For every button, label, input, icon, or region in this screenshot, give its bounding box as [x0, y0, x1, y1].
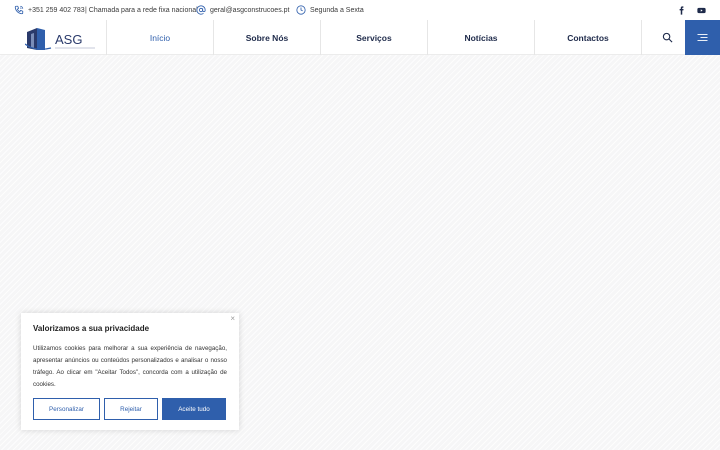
customize-button[interactable]: Personalizar: [33, 398, 100, 420]
close-icon[interactable]: ×: [230, 315, 235, 323]
cookie-title: Valorizamos a sua privacidade: [33, 324, 150, 333]
hamburger-icon: [697, 34, 708, 41]
logo-text: ASG: [55, 32, 82, 47]
cookie-consent-dialog: × Valorizamos a sua privacidade Utilizam…: [21, 313, 239, 430]
cookie-buttons: Personalizar Rejeitar Aceite tudo: [33, 398, 226, 420]
youtube-icon: [697, 7, 706, 13]
nav-contactos[interactable]: Contactos: [535, 20, 642, 55]
nav-noticias[interactable]: Notícias: [428, 20, 535, 55]
at-icon: [196, 5, 206, 15]
top-bar: +351 259 402 783 | Chamada para a rede f…: [0, 0, 720, 20]
nav-servicos[interactable]: Serviços: [321, 20, 428, 55]
hours-info: Segunda a Sexta: [296, 4, 364, 16]
clock-icon: [296, 5, 306, 15]
facebook-icon: [679, 5, 684, 15]
phone-link[interactable]: +351 259 402 783: [14, 4, 85, 16]
search-icon: [662, 32, 673, 43]
email-text: geral@asgconstrucoes.pt: [210, 6, 290, 14]
reject-button[interactable]: Rejeitar: [104, 398, 158, 420]
menu-button[interactable]: [685, 20, 720, 55]
search-button[interactable]: [650, 20, 685, 55]
main-header: ASG Início Sobre Nós Serviços Notícias C…: [0, 20, 720, 55]
email-link[interactable]: geral@asgconstrucoes.pt: [196, 4, 289, 16]
asg-logo[interactable]: ASG: [24, 24, 97, 52]
hours-text: Segunda a Sexta: [310, 6, 364, 14]
main-nav: Início Sobre Nós Serviços Notícias Conta…: [106, 20, 642, 55]
cookie-text: Utilizamos cookies para melhorar a sua e…: [33, 345, 227, 388]
nav-inicio[interactable]: Início: [107, 20, 214, 55]
phone-note: | Chamada para a rede fixa nacional: [85, 4, 198, 16]
nav-sobre-nos[interactable]: Sobre Nós: [214, 20, 321, 55]
phone-icon: [14, 5, 24, 15]
facebook-link[interactable]: [677, 4, 686, 16]
phone-number: +351 259 402 783: [28, 6, 85, 14]
phone-note-text: | Chamada para a rede fixa nacional: [85, 6, 198, 14]
accept-all-button[interactable]: Aceite tudo: [162, 398, 226, 420]
youtube-link[interactable]: [697, 4, 706, 16]
